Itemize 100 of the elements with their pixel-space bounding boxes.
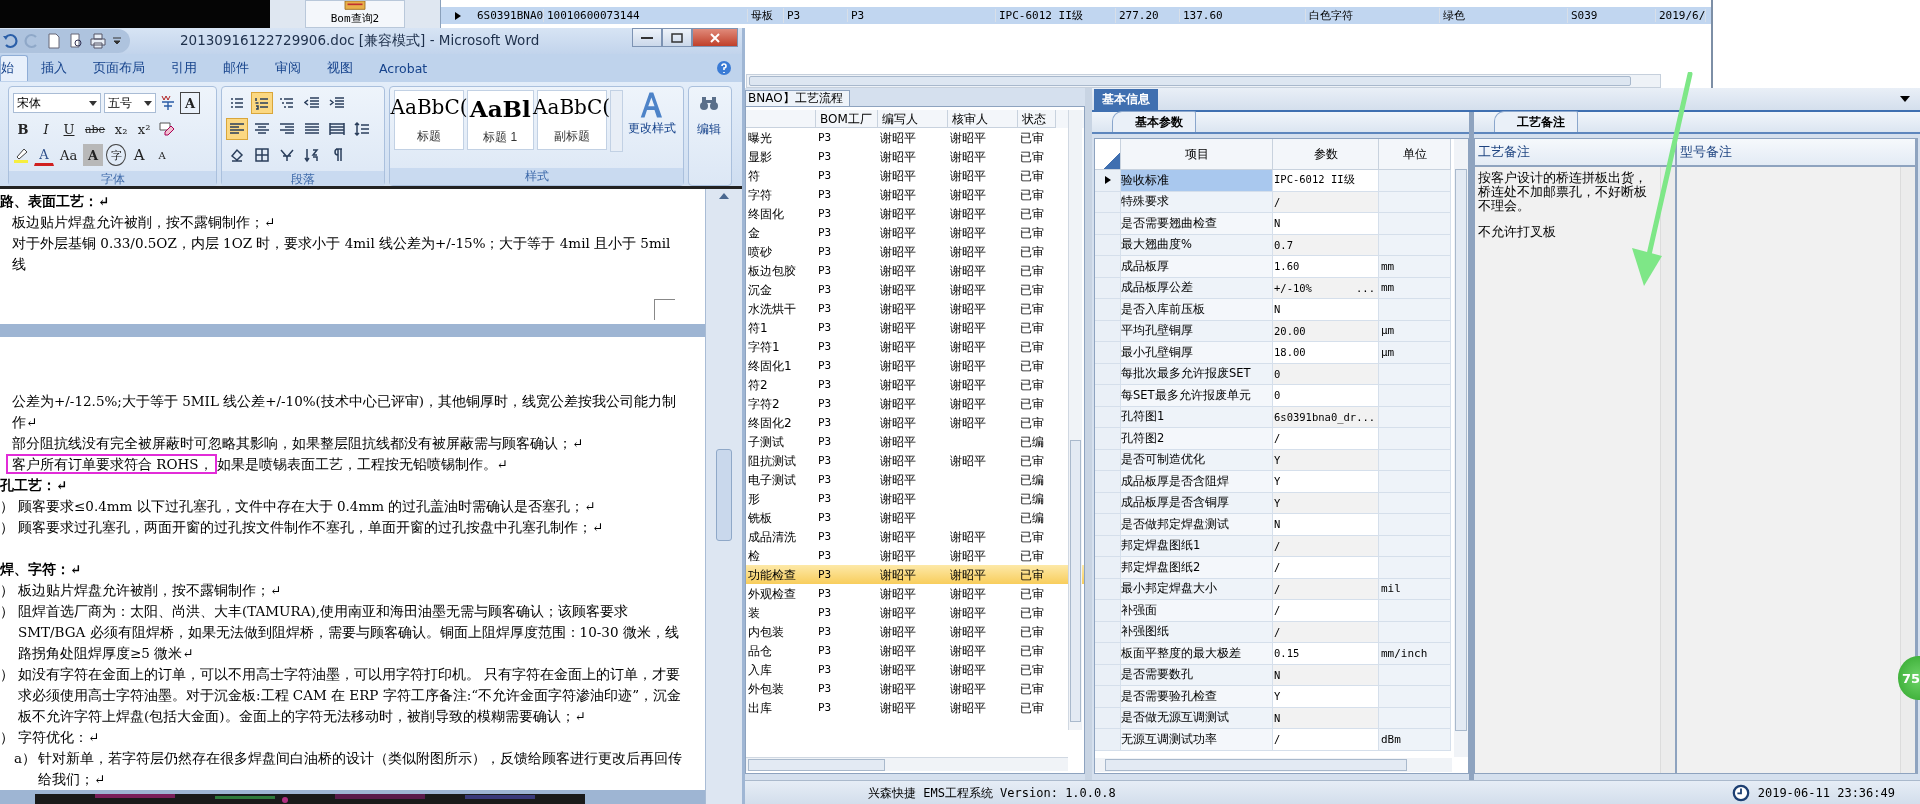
table-row[interactable]: 电子测试 P3 谢昭平 已编 (746, 470, 1084, 489)
printer-icon[interactable] (90, 33, 106, 50)
table-row[interactable]: 邦定焊盘图纸2 / (1095, 557, 1451, 579)
change-styles-button[interactable]: 更改样式 (625, 90, 679, 160)
format-button[interactable]: A (180, 92, 200, 114)
format-button[interactable]: A (34, 144, 54, 166)
table-row[interactable]: 每SET最多允许报废单元 0 (1095, 385, 1451, 407)
table-row[interactable]: 字符 P3 谢昭平 谢昭平 已审 (746, 185, 1084, 204)
format-button[interactable]: B (13, 118, 33, 140)
table-row[interactable]: 符1 P3 谢昭平 谢昭平 已审 (746, 318, 1084, 337)
table-row[interactable]: 无源互调测试功率 / dBm (1095, 729, 1451, 751)
clear-formatting-icon[interactable] (157, 120, 176, 138)
table-row[interactable]: 子测试 P3 谢昭平 已编 (746, 432, 1084, 451)
table-row[interactable]: 最大翘曲度% 0.7 (1095, 234, 1451, 256)
maximize-button[interactable] (662, 28, 692, 47)
format-button[interactable]: A (129, 144, 150, 166)
align-left-icon[interactable] (226, 118, 248, 140)
ribbon-tab[interactable]: 页面布局 (80, 55, 158, 81)
highlighter-icon[interactable] (13, 146, 31, 164)
table-row[interactable]: 字符1 P3 谢昭平 谢昭平 已审 (746, 337, 1084, 356)
vertical-scrollbar[interactable] (705, 189, 742, 804)
customize-caret-icon[interactable] (112, 37, 122, 46)
format-button[interactable]: U (59, 118, 79, 140)
table-row[interactable]: 平均孔壁铜厚 20.00 μm (1095, 320, 1451, 342)
ribbon-tab[interactable]: 视图 (314, 55, 366, 81)
format-button[interactable]: A (152, 144, 173, 166)
gallery-scrollbar[interactable] (609, 90, 623, 152)
table-row[interactable]: 品仓 P3 谢昭平 谢昭平 已审 (746, 641, 1084, 660)
table-row[interactable]: 是否需要翘曲检查 N (1095, 213, 1451, 235)
numbering-icon[interactable] (251, 92, 273, 114)
grid-row[interactable]: 6S0391BNA0 10010600073144 母板 P3 P3 IPC-6012 II级 277.20 137.60 白色字符 绿色 S039 2019/6/ (441, 7, 1711, 24)
table-row[interactable]: 沉金 P3 谢昭平 谢昭平 已审 (746, 280, 1084, 299)
vertical-scrollbar[interactable] (1068, 110, 1082, 730)
table-row[interactable]: 孔符图1 6s0391bna0_dr... (1095, 406, 1451, 428)
column-header[interactable]: 核审人 (948, 110, 1018, 128)
table-row[interactable]: 是否需要验孔检查 Y (1095, 686, 1451, 708)
document-icon[interactable] (46, 33, 62, 50)
table-row[interactable]: 装 P3 谢昭平 谢昭平 已审 (746, 603, 1084, 622)
ribbon-tab[interactable]: 始 (0, 55, 28, 82)
table-row[interactable]: 出库 P3 谢昭平 谢昭平 已审 (746, 698, 1084, 717)
table-row[interactable]: 显影 P3 谢昭平 谢昭平 已审 (746, 147, 1084, 166)
table-row[interactable]: 曝光 P3 谢昭平 谢昭平 已审 (746, 128, 1084, 147)
horizontal-scrollbar[interactable] (746, 74, 1661, 88)
horizontal-scrollbar[interactable] (1095, 758, 1452, 772)
table-row[interactable]: 邦定焊盘图纸1 / (1095, 535, 1451, 557)
horizontal-scrollbar[interactable] (746, 757, 1068, 771)
table-row[interactable]: 外包装 P3 谢昭平 谢昭平 已审 (746, 679, 1084, 698)
table-row[interactable]: 内包装 P3 谢昭平 谢昭平 已审 (746, 622, 1084, 641)
table-row[interactable]: 是否可制造优化 Y (1095, 449, 1451, 471)
ribbon-tab[interactable]: 审阅 (262, 55, 314, 81)
table-row[interactable]: 板边包胶 P3 谢昭平 谢昭平 已审 (746, 261, 1084, 280)
table-row[interactable]: 符 P3 谢昭平 谢昭平 已审 (746, 166, 1084, 185)
undo-icon[interactable] (2, 33, 18, 50)
vertical-scrollbar[interactable] (1454, 139, 1468, 757)
format-button[interactable]: Aa (57, 144, 81, 166)
scroll-up-icon[interactable] (719, 193, 729, 199)
table-row[interactable]: 终固化1 P3 谢昭平 谢昭平 已审 (746, 356, 1084, 375)
format-button[interactable]: A (83, 144, 104, 166)
bom-query-launcher[interactable]: Bom查询2 (305, 0, 405, 28)
help-icon[interactable] (716, 60, 732, 77)
panel-tab[interactable]: 工艺备注 (1494, 111, 1578, 132)
panel-tab[interactable]: 基本参数 (1112, 111, 1196, 132)
table-row[interactable]: 板面平整度的最大极差 0.15 mm/inch (1095, 643, 1451, 665)
table-row[interactable]: 验收标准 IPC-6012 II级 (1095, 170, 1451, 192)
table-row[interactable]: 形 P3 谢昭平 已编 (746, 489, 1084, 508)
table-row[interactable]: 成品板厚是否含铜厚 Y (1095, 492, 1451, 514)
table-row[interactable]: 成品板厚是否含阻焊 Y (1095, 471, 1451, 493)
ellipsis-button[interactable]: ... (1356, 281, 1378, 294)
format-button[interactable]: x₂ (111, 118, 132, 140)
vertical-scrollbar[interactable] (1660, 167, 1675, 773)
table-row[interactable]: 阻抗测试 P3 谢昭平 谢昭平 已审 (746, 451, 1084, 470)
format-button[interactable]: I (36, 118, 56, 140)
table-row[interactable]: 成品板厚公差 +/-10% ... mm (1095, 277, 1451, 299)
table-row[interactable]: 是否做邦定焊盘测试 N (1095, 514, 1451, 536)
phonetic-guide-icon[interactable] (159, 94, 177, 112)
font-size-field[interactable]: 五号 (104, 93, 156, 113)
table-row[interactable]: 功能检查 P3 谢昭平 谢昭平 已审 (746, 565, 1084, 584)
column-header[interactable]: BOM工厂 (816, 110, 878, 128)
table-row[interactable]: 最小孔壁铜厚 18.00 μm (1095, 342, 1451, 364)
table-row[interactable]: 终固化 P3 谢昭平 谢昭平 已审 (746, 204, 1084, 223)
table-row[interactable]: 符2 P3 谢昭平 谢昭平 已审 (746, 375, 1084, 394)
table-row[interactable]: 外观检查 P3 谢昭平 谢昭平 已审 (746, 584, 1084, 603)
column-header[interactable]: 编写人 (878, 110, 948, 128)
table-row[interactable]: 金 P3 谢昭平 谢昭平 已审 (746, 223, 1084, 242)
table-row[interactable]: 是否入库前压板 N (1095, 299, 1451, 321)
table-row[interactable]: 铣板 P3 谢昭平 已编 (746, 508, 1084, 527)
ribbon-tab[interactable]: 引用 (158, 55, 210, 81)
format-button[interactable]: x² (134, 118, 155, 140)
ribbon-tab[interactable]: Acrobat (366, 56, 441, 80)
column-header[interactable]: 状态 (1018, 110, 1056, 128)
dropdown-caret-icon[interactable] (1900, 96, 1910, 102)
table-row[interactable]: 是否做无源互调测试 N (1095, 707, 1451, 729)
panel-tab[interactable]: BNAO】工艺流程 (745, 90, 850, 106)
table-row[interactable]: 检 P3 谢昭平 谢昭平 已审 (746, 546, 1084, 565)
table-row[interactable]: 是否需要数孔 N (1095, 664, 1451, 686)
table-row[interactable]: 最小邦定焊盘大小 / mil (1095, 578, 1451, 600)
font-name-field[interactable]: 宋体 (13, 93, 101, 113)
splitter-handle[interactable] (1469, 112, 1474, 780)
table-row[interactable]: 终固化2 P3 谢昭平 谢昭平 已审 (746, 413, 1084, 432)
format-button[interactable]: abe (82, 118, 109, 140)
